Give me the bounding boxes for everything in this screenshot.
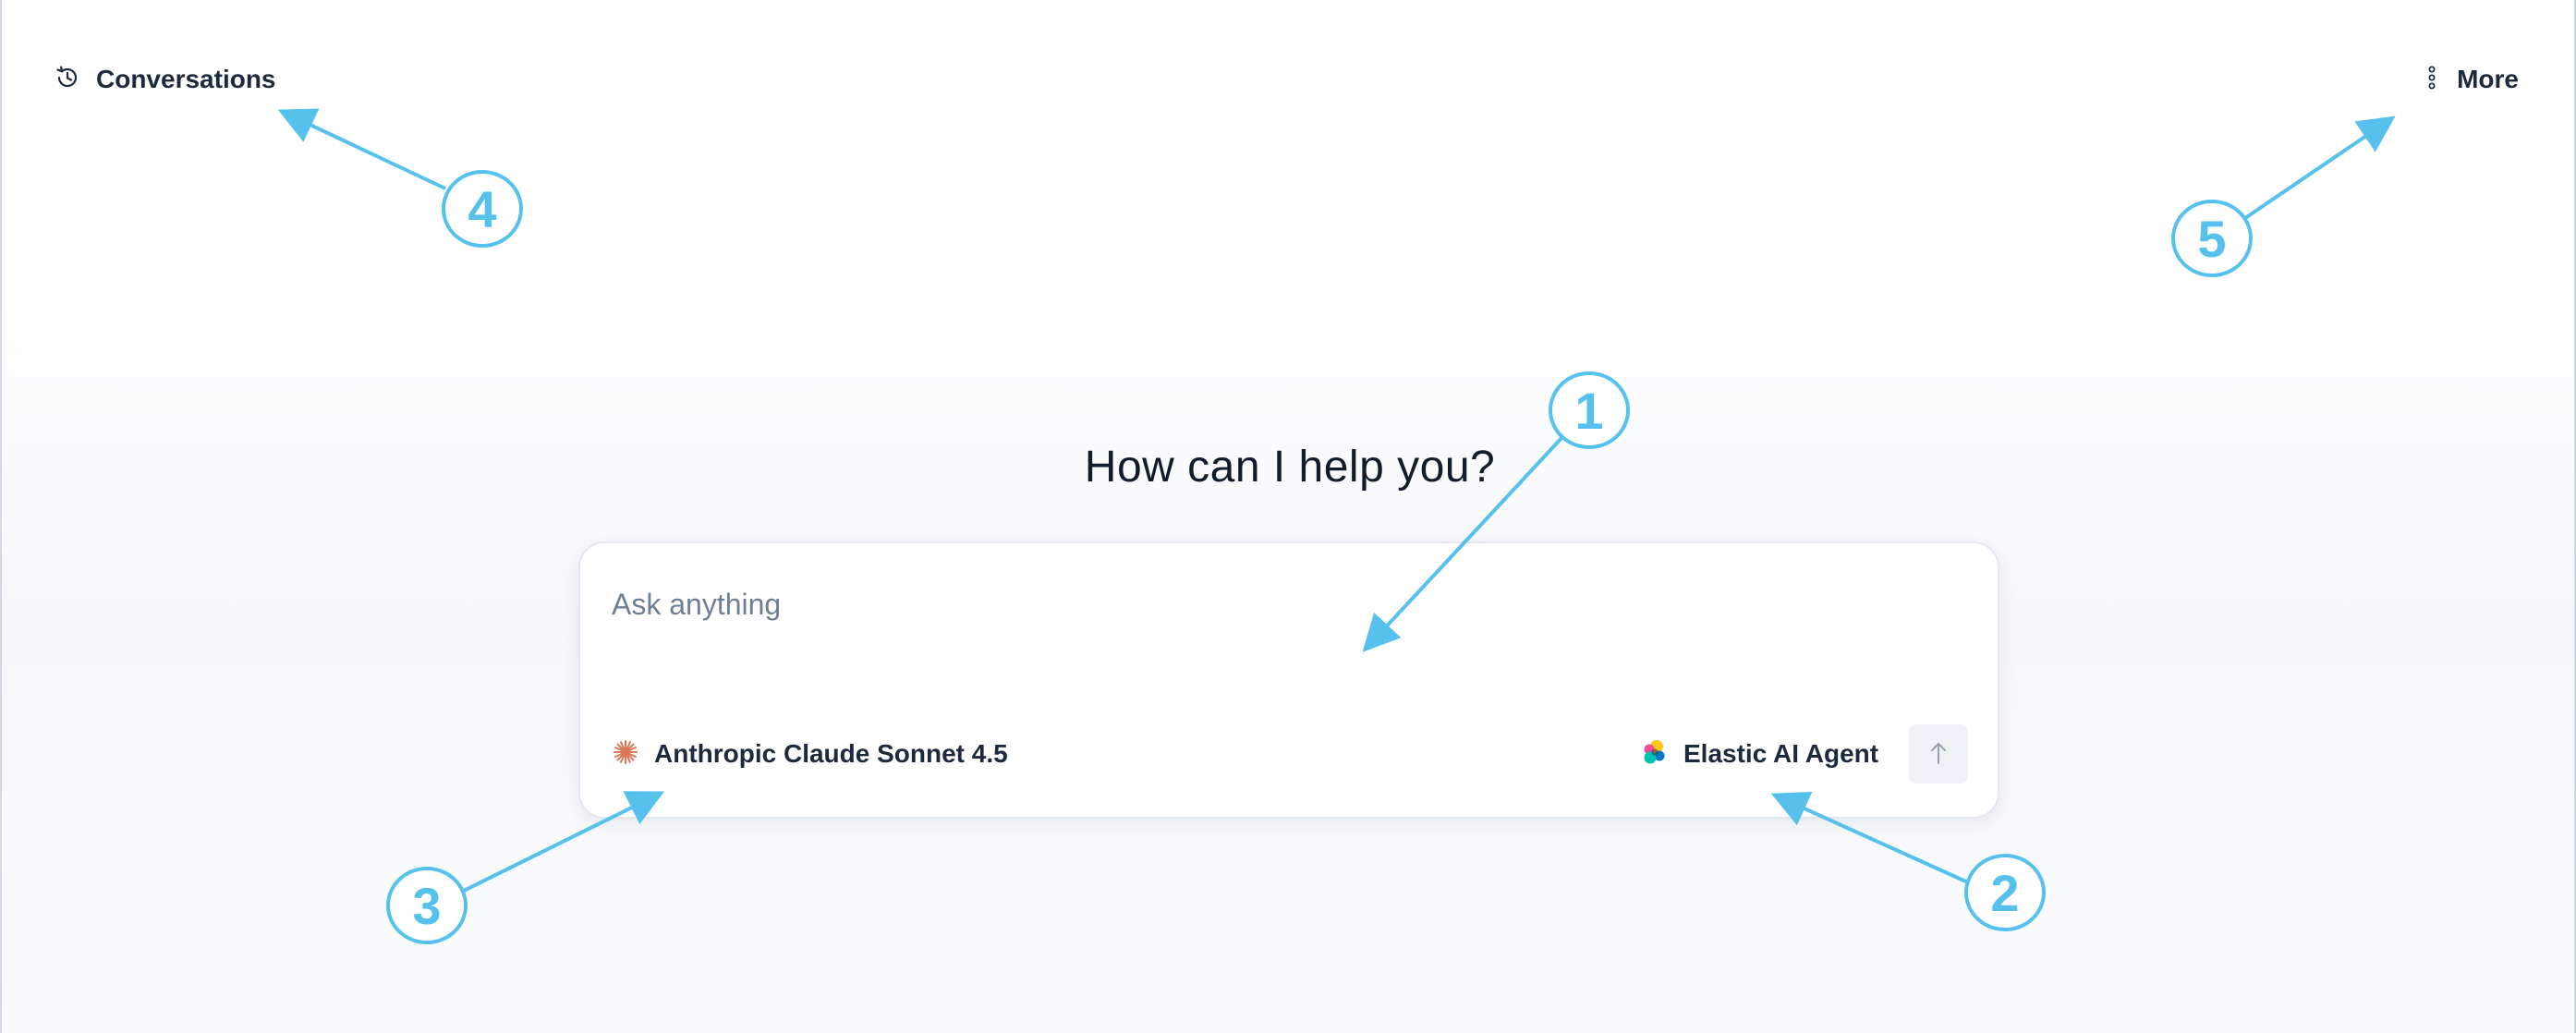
callout-circle-1 bbox=[1549, 371, 1630, 449]
callout-number-2: 2 bbox=[1990, 864, 2019, 922]
agent-label: Elastic AI Agent bbox=[1683, 739, 1879, 768]
callout-number-1: 1 bbox=[1574, 382, 1603, 440]
model-label: Anthropic Claude Sonnet 4.5 bbox=[654, 739, 1008, 768]
conversations-label: Conversations bbox=[96, 65, 276, 93]
model-selector[interactable]: Anthropic Claude Sonnet 4.5 bbox=[612, 734, 1008, 774]
more-label: More bbox=[2457, 65, 2519, 93]
history-clock-icon bbox=[54, 64, 81, 96]
callout-number-4: 4 bbox=[468, 180, 496, 238]
elastic-logo-icon bbox=[1639, 737, 1669, 772]
callout-circle-2 bbox=[1964, 854, 2046, 931]
conversations-button[interactable]: Conversations bbox=[54, 61, 276, 98]
agent-selector[interactable]: Elastic AI Agent bbox=[1639, 734, 1878, 774]
callout-circle-5 bbox=[2171, 200, 2253, 277]
callout-arrow-5 bbox=[2243, 115, 2396, 220]
prompt-input[interactable] bbox=[612, 577, 1961, 632]
callout-circle-4 bbox=[442, 170, 523, 248]
anthropic-logo-icon bbox=[612, 738, 639, 771]
callout-number-5: 5 bbox=[2197, 210, 2226, 268]
annotation-overlay: 1 2 3 4 5 bbox=[277, 108, 2396, 944]
arrow-up-icon bbox=[1927, 740, 1950, 769]
page: Conversations More How can I help you? A… bbox=[0, 0, 2576, 1033]
callout-circle-3 bbox=[386, 867, 468, 944]
send-button[interactable] bbox=[1909, 724, 1968, 784]
vertical-dots-icon bbox=[2427, 64, 2436, 96]
callout-arrow-4 bbox=[277, 108, 446, 190]
prompt-card: Anthropic Claude Sonnet 4.5 Elastic AI A… bbox=[578, 541, 1999, 819]
page-title: How can I help you? bbox=[1084, 443, 1496, 492]
more-button[interactable]: More bbox=[2427, 61, 2519, 98]
callout-number-3: 3 bbox=[412, 877, 441, 935]
